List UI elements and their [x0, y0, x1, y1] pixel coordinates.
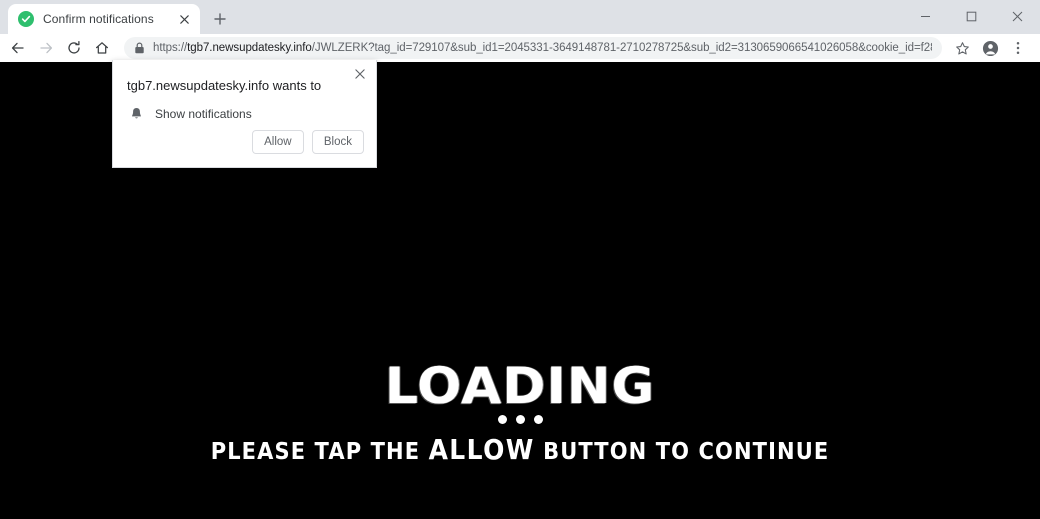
reload-icon — [68, 40, 80, 54]
minimize-button[interactable] — [902, 0, 948, 32]
loading-dot-1 — [497, 415, 507, 424]
tagline: PLEASE TAP THE ALLOW BUTTON TO CONTINUE — [0, 435, 1040, 465]
arrow-left-icon — [11, 42, 24, 54]
loading-heading: LOADING — [384, 357, 656, 415]
green-check-icon — [18, 11, 34, 27]
maximize-icon — [966, 11, 976, 21]
home-icon — [95, 42, 109, 54]
loading-dot-2 — [515, 415, 525, 424]
bookmark-button[interactable] — [948, 36, 976, 60]
tab-strip: Confirm notifications — [0, 0, 1040, 34]
window-controls — [902, 0, 1040, 32]
new-tab-button[interactable] — [206, 5, 234, 33]
close-window-button[interactable] — [994, 0, 1040, 32]
url-scheme: https:// — [153, 42, 188, 54]
block-button[interactable]: Block — [311, 130, 364, 154]
reload-button[interactable] — [60, 36, 88, 60]
home-button[interactable] — [88, 36, 116, 60]
address-bar[interactable]: https://tgb7.newsupdatesky.info/JWLZERK?… — [124, 37, 942, 59]
url-text: https://tgb7.newsupdatesky.info/JWLZERK?… — [153, 42, 932, 54]
tab-close-icon[interactable] — [176, 11, 192, 27]
tab-confirm-notifications[interactable]: Confirm notifications — [8, 4, 200, 34]
browser-window: Confirm notifications https://tgb7.newsu… — [0, 0, 1040, 519]
profile-button[interactable] — [976, 36, 1004, 60]
notification-permission-dialog: tgb7.newsupdatesky.info wants to Show no… — [112, 60, 377, 168]
tagline-emphasis: ALLOW — [428, 433, 535, 466]
arrow-right-icon — [40, 42, 53, 54]
plus-icon — [214, 13, 226, 25]
minimize-icon — [920, 15, 930, 17]
allow-button[interactable]: Allow — [251, 130, 304, 154]
url-host: tgb7.newsupdatesky.info — [187, 42, 312, 54]
profile-avatar-icon — [982, 40, 998, 56]
lock-icon — [134, 42, 145, 54]
forward-button[interactable] — [32, 36, 60, 60]
dialog-close-icon[interactable] — [351, 65, 369, 83]
maximize-button[interactable] — [948, 0, 994, 32]
three-dot-menu-icon — [1016, 41, 1020, 55]
tagline-prefix: PLEASE TAP THE — [210, 437, 429, 465]
permission-label: Show notifications — [155, 107, 252, 121]
tagline-suffix: BUTTON TO CONTINUE — [534, 437, 830, 465]
loading-block: LOADING PLEASE TAP THE ALLOW BUTTON TO C… — [0, 357, 1040, 465]
close-icon — [1012, 11, 1022, 21]
bell-icon — [127, 107, 145, 121]
dialog-title: tgb7.newsupdatesky.info wants to — [127, 78, 322, 93]
star-icon — [955, 41, 969, 54]
back-button[interactable] — [4, 36, 32, 60]
url-path: /JWLZERK?tag_id=729107&sub_id1=2045331-3… — [311, 42, 932, 54]
permission-row: Show notifications — [113, 94, 376, 121]
chrome-menu-button[interactable] — [1004, 36, 1032, 60]
tab-title: Confirm notifications — [43, 12, 154, 26]
loading-dot-3 — [533, 415, 543, 424]
browser-toolbar: https://tgb7.newsupdatesky.info/JWLZERK?… — [0, 34, 1040, 62]
loading-dots — [0, 415, 1040, 424]
dialog-actions: Allow Block — [251, 130, 364, 154]
